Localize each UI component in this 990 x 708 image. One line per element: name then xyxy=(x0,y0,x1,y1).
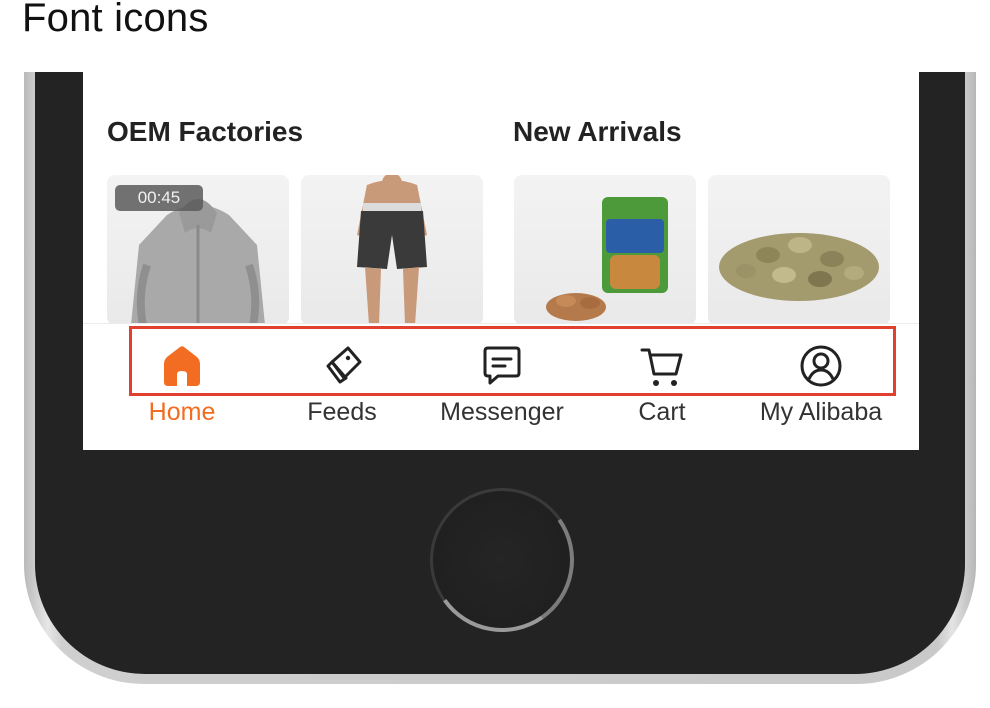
tab-cart-label: Cart xyxy=(638,398,686,426)
oem-product-thumbnail-shorts[interactable] xyxy=(301,175,483,325)
bottom-tab-bar: Home Feeds Messenger Cart My Alibaba xyxy=(83,323,919,450)
page-heading: Font icons xyxy=(22,0,209,40)
tab-home-label: Home xyxy=(148,398,216,426)
tab-my-alibaba-label: My Alibaba xyxy=(759,398,883,426)
shorts-image xyxy=(357,175,427,325)
tab-cart[interactable]: Cart xyxy=(582,324,742,434)
home-icon xyxy=(164,346,200,386)
new-arrival-thumbnail-coffee-beans[interactable] xyxy=(708,175,890,325)
cart-icon xyxy=(640,348,683,386)
coffee-beans-image xyxy=(719,233,879,301)
video-duration-badge: 00:45 xyxy=(115,185,203,211)
messenger-icon xyxy=(483,346,521,385)
oem-factories-title: OEM Factories xyxy=(107,116,304,147)
tab-messenger-label: Messenger xyxy=(440,398,564,426)
almonds-image xyxy=(546,197,668,321)
tab-my-alibaba[interactable]: My Alibaba xyxy=(741,324,901,434)
tab-messenger[interactable]: Messenger xyxy=(422,324,582,434)
oem-product-thumbnail-jacket[interactable]: 00:45 xyxy=(107,175,289,325)
tab-feeds[interactable]: Feeds xyxy=(262,324,422,434)
feeds-icon xyxy=(326,346,362,384)
phone-screen: OEM Factories New Arrivals 00:45 Home Fe… xyxy=(83,72,919,450)
tab-feeds-label: Feeds xyxy=(307,398,377,426)
tab-home[interactable]: Home xyxy=(102,324,262,434)
new-arrival-thumbnail-almonds[interactable] xyxy=(514,175,696,325)
new-arrivals-title: New Arrivals xyxy=(513,116,682,147)
profile-icon xyxy=(800,345,842,387)
